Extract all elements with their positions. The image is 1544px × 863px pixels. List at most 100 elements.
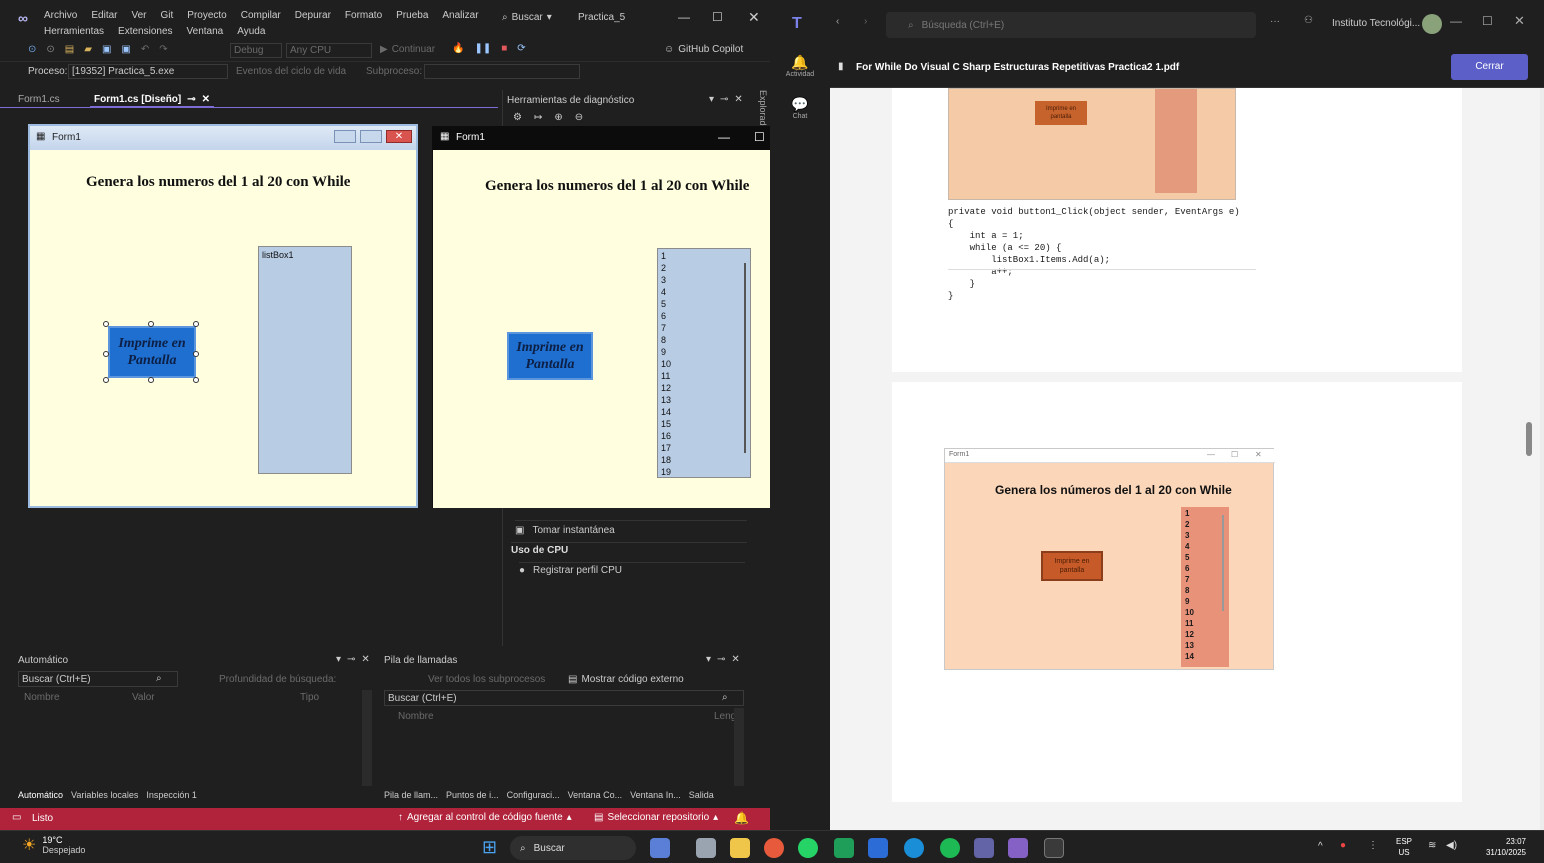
pin-icon[interactable]: ⊸ <box>717 654 725 665</box>
list-item[interactable]: 3 <box>658 274 750 286</box>
pdf-scrollbar[interactable] <box>1526 92 1534 812</box>
list-item[interactable]: 10 <box>658 358 750 370</box>
record-cpu-button[interactable]: ● Registrar perfil CPU <box>519 562 745 576</box>
sidebar-item-activity[interactable]: 🔔 Actividad <box>770 54 830 78</box>
platform-dropdown[interactable]: Any CPU <box>286 43 372 58</box>
redo-icon[interactable]: ↷ <box>159 44 167 55</box>
close-icon[interactable]: ✕ <box>202 94 210 105</box>
resize-handle[interactable] <box>103 321 109 327</box>
imprime-button[interactable]: Imprime en Pantalla <box>507 332 593 380</box>
list-item[interactable]: 9 <box>658 346 750 358</box>
chevron-down-icon[interactable]: ▾ <box>336 654 341 665</box>
show-external-code[interactable]: ▤ Mostrar código externo <box>568 674 684 685</box>
back-icon[interactable]: ⊙ <box>28 44 36 55</box>
list-item[interactable]: 1 <box>658 250 750 262</box>
pin-icon[interactable]: ⊸ <box>187 94 195 105</box>
list-item[interactable]: 4 <box>658 286 750 298</box>
resize-handle[interactable] <box>193 351 199 357</box>
task-view-icon[interactable] <box>696 838 716 858</box>
snapshot-button[interactable]: ▣ Tomar instantánea <box>515 520 747 536</box>
forward-icon[interactable]: › <box>864 16 867 27</box>
list-item[interactable]: 14 <box>658 406 750 418</box>
resize-handle[interactable] <box>103 377 109 383</box>
close-icon[interactable]: ✕ <box>731 654 739 665</box>
minimize-icon[interactable]: — <box>678 10 690 24</box>
menu-item[interactable]: Ayuda <box>237 26 265 37</box>
process-dropdown[interactable]: [19352] Practica_5.exe <box>68 64 228 79</box>
menu-item[interactable]: Formato <box>345 10 382 21</box>
menu-item[interactable]: Extensiones <box>118 26 172 37</box>
export-icon[interactable]: ↦ <box>534 112 542 123</box>
pin-icon[interactable]: ⊸ <box>347 654 355 665</box>
excel-icon[interactable] <box>834 838 854 858</box>
whatsapp-icon[interactable] <box>798 838 818 858</box>
resize-handle[interactable] <box>103 351 109 357</box>
list-item[interactable]: 5 <box>658 298 750 310</box>
zoom-out-icon[interactable]: ⊖ <box>575 112 583 123</box>
start-icon[interactable]: ⊞ <box>482 837 497 858</box>
chevron-down-icon[interactable]: ▾ <box>709 94 714 105</box>
stop-icon[interactable]: ■ <box>501 43 507 54</box>
tab-locals[interactable]: Variables locales <box>71 790 138 800</box>
maximize-icon[interactable]: ☐ <box>1482 14 1493 28</box>
close-icon[interactable]: ✕ <box>734 94 742 105</box>
resize-handle[interactable] <box>193 377 199 383</box>
maximize-icon[interactable]: ☐ <box>754 130 765 144</box>
minimize-icon[interactable]: — <box>1450 14 1462 28</box>
chevron-up-icon[interactable]: ^ <box>1318 841 1323 852</box>
menu-item[interactable]: Archivo <box>44 10 77 21</box>
list-item[interactable]: 12 <box>658 382 750 394</box>
list-item[interactable]: 11 <box>658 370 750 382</box>
call-panel-tab[interactable]: Pila de llam... <box>384 790 438 800</box>
notification-icon[interactable]: 🔔 <box>734 811 749 825</box>
minimize-icon[interactable]: — <box>718 130 730 144</box>
visual-studio-icon[interactable] <box>1008 838 1028 858</box>
pin-icon[interactable]: ⊸ <box>720 94 728 105</box>
autos-scrollbar[interactable] <box>362 690 372 786</box>
close-icon[interactable]: ✕ <box>1514 13 1525 29</box>
close-icon[interactable]: ✕ <box>748 9 760 26</box>
restart-icon[interactable]: ⟳ <box>517 43 525 54</box>
list-item[interactable]: 13 <box>658 394 750 406</box>
close-pdf-button[interactable]: Cerrar <box>1451 54 1528 80</box>
list-item[interactable]: 17 <box>658 442 750 454</box>
copilot-button[interactable]: ☺ GitHub Copilot <box>664 44 743 55</box>
resize-handle[interactable] <box>193 321 199 327</box>
file-explorer-icon[interactable] <box>730 838 750 858</box>
org-name[interactable]: Instituto Tecnológi... <box>1332 18 1420 29</box>
new-project-icon[interactable]: ▤ <box>65 44 74 55</box>
tab-form1-design[interactable]: Form1.cs [Diseño] ⊸ ✕ <box>90 92 215 108</box>
close-icon[interactable]: ✕ <box>386 130 412 143</box>
add-source-control[interactable]: ↑ Agregar al control de código fuente ▴ <box>398 812 572 823</box>
list-item[interactable]: 19 <box>658 466 750 477</box>
menu-item[interactable]: Editar <box>91 10 117 21</box>
maximize-icon[interactable] <box>360 130 382 143</box>
menu-item[interactable]: Proyecto <box>187 10 226 21</box>
list-item[interactable]: 6 <box>658 310 750 322</box>
language-indicator[interactable]: ESP US <box>1396 836 1412 858</box>
menu-item[interactable]: Compilar <box>241 10 281 21</box>
running-listbox[interactable]: 1 2 3 4 5 6 7 8 9 10 11 12 13 14 15 16 17 18 19 <box>657 248 751 478</box>
design-listbox[interactable]: listBox1 <box>258 246 352 474</box>
list-item[interactable]: 7 <box>658 322 750 334</box>
autos-search-input[interactable]: Buscar (Ctrl+E) <box>18 671 178 687</box>
spotify-icon[interactable] <box>940 838 960 858</box>
people-icon[interactable]: ⚇ <box>1304 15 1313 26</box>
list-item[interactable]: 2 <box>658 262 750 274</box>
search-icon[interactable]: ⌕ <box>156 673 162 684</box>
menu-item[interactable]: Depurar <box>295 10 331 21</box>
call-panel-tab[interactable]: Configuraci... <box>507 790 560 800</box>
microphone-icon[interactable]: ⋮ <box>1368 840 1378 851</box>
tab-form1-cs[interactable]: Form1.cs <box>14 92 64 108</box>
sidebar-item-chat[interactable]: 💬 Chat <box>770 96 830 120</box>
list-item[interactable]: 16 <box>658 430 750 442</box>
menu-item[interactable]: Ventana <box>187 26 224 37</box>
call-stack-search[interactable]: Buscar (Ctrl+E) <box>384 690 744 706</box>
zoom-in-icon[interactable]: ⊕ <box>554 112 562 123</box>
hot-reload-icon[interactable]: 🔥 <box>452 43 464 54</box>
window-icon[interactable] <box>1044 838 1064 858</box>
undo-icon[interactable]: ↶ <box>141 44 149 55</box>
save-all-icon[interactable]: ▣ <box>121 44 130 55</box>
listbox-scrollbar[interactable] <box>744 263 746 453</box>
menu-item[interactable]: Ver <box>131 10 146 21</box>
